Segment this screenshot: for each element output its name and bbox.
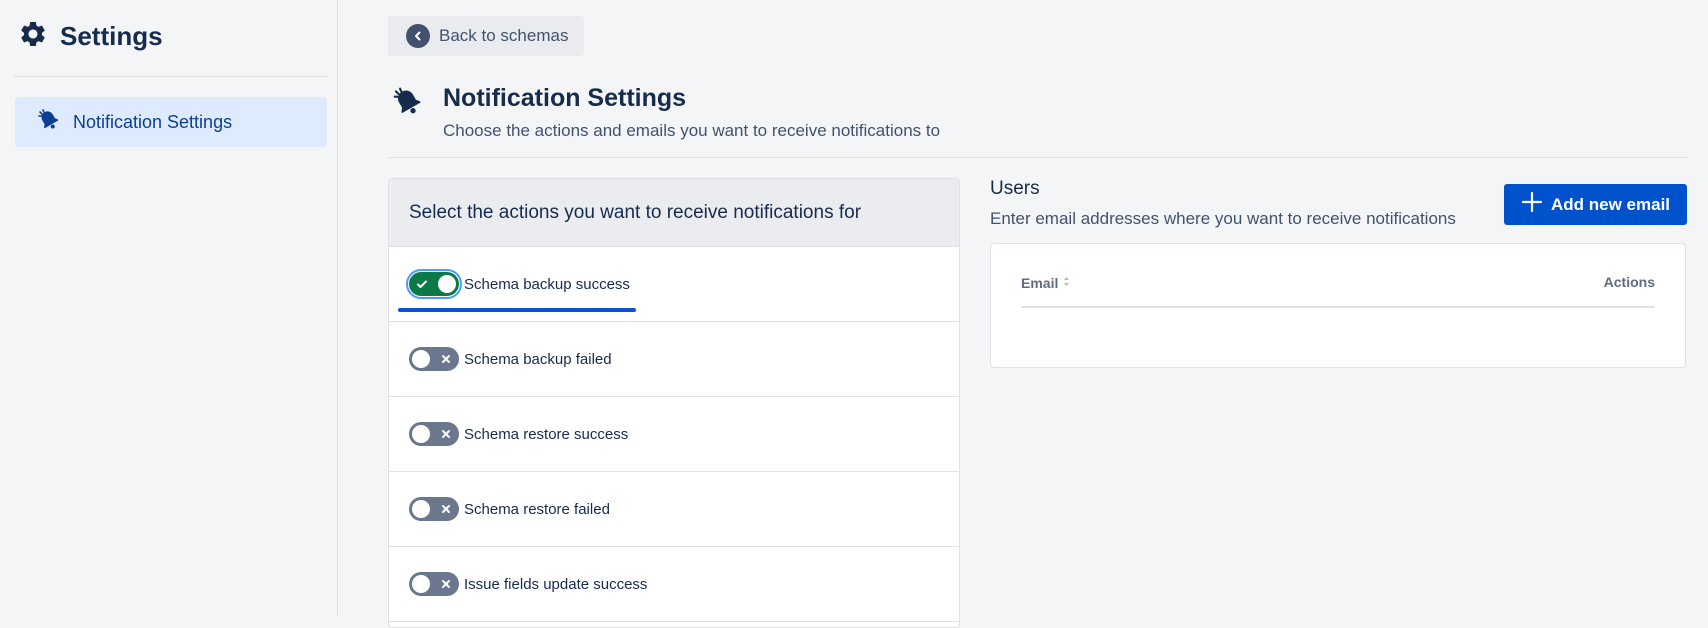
action-row-issue-fields-update-success: Issue fields update success bbox=[389, 547, 959, 622]
action-label: Schema restore success bbox=[464, 425, 629, 443]
action-label: Issue fields update success bbox=[464, 575, 648, 593]
back-to-schemas-button[interactable]: Back to schemas bbox=[388, 16, 584, 56]
page-header-icon bbox=[392, 86, 424, 123]
add-email-label: Add new email bbox=[1551, 194, 1671, 214]
close-icon bbox=[437, 425, 455, 443]
email-column-label: Email bbox=[1021, 275, 1059, 291]
close-icon bbox=[437, 575, 455, 593]
action-label: Schema backup failed bbox=[464, 350, 612, 368]
add-new-email-button[interactable]: Add new email bbox=[1504, 184, 1687, 225]
bell-icon bbox=[392, 87, 424, 122]
action-row-schema-restore-success: Schema restore success bbox=[389, 397, 959, 472]
toggle-schema-restore-success[interactable] bbox=[409, 422, 459, 446]
actions-column-header: Actions bbox=[1603, 274, 1655, 290]
plus-icon bbox=[1521, 191, 1543, 218]
actions-panel-header: Select the actions you want to receive n… bbox=[389, 179, 959, 247]
toggle-knob bbox=[412, 350, 430, 368]
sidebar-title: Settings bbox=[60, 20, 163, 51]
toggle-knob bbox=[412, 500, 430, 518]
page-subtitle: Choose the actions and emails you want t… bbox=[443, 121, 941, 140]
sidebar-divider bbox=[14, 76, 327, 77]
close-icon bbox=[437, 500, 455, 518]
users-subtitle: Enter email addresses where you want to … bbox=[990, 209, 1456, 228]
toggle-knob bbox=[412, 425, 430, 443]
back-button-label: Back to schemas bbox=[439, 26, 569, 45]
toggle-knob bbox=[438, 275, 456, 293]
toggle-knob bbox=[412, 575, 430, 593]
sidebar-header: Settings bbox=[18, 18, 163, 54]
toggle-issue-fields-update-success[interactable] bbox=[409, 572, 459, 596]
action-label: Schema restore failed bbox=[464, 500, 610, 518]
close-icon bbox=[437, 350, 455, 368]
users-table: Email Actions bbox=[990, 243, 1686, 368]
gear-icon bbox=[18, 19, 48, 54]
table-header: Email Actions bbox=[1021, 274, 1655, 308]
chevron-left-icon bbox=[406, 24, 430, 48]
toggle-schema-backup-failed[interactable] bbox=[409, 347, 459, 371]
actions-panel-title: Select the actions you want to receive n… bbox=[409, 201, 862, 223]
action-row-schema-backup-failed: Schema backup failed bbox=[389, 322, 959, 397]
sort-icon bbox=[1063, 274, 1070, 292]
action-row-schema-backup-success: Schema backup success bbox=[389, 247, 959, 322]
header-divider bbox=[388, 157, 1687, 158]
users-title: Users bbox=[990, 178, 1040, 199]
check-icon bbox=[413, 275, 431, 293]
action-row-schema-restore-failed: Schema restore failed bbox=[389, 472, 959, 547]
sidebar-item-label: Notification Settings bbox=[73, 111, 233, 132]
sidebar: Settings Notification Settings bbox=[0, 0, 338, 616]
toggle-schema-restore-failed[interactable] bbox=[409, 497, 459, 521]
toggle-schema-backup-success[interactable] bbox=[406, 269, 462, 299]
email-column-header[interactable]: Email bbox=[1021, 274, 1070, 292]
actions-panel: Select the actions you want to receive n… bbox=[388, 178, 960, 628]
action-label: Schema backup success bbox=[464, 275, 630, 293]
sidebar-item-notification-settings[interactable]: Notification Settings bbox=[15, 97, 327, 147]
bell-icon bbox=[37, 108, 61, 137]
page-title: Notification Settings bbox=[443, 84, 687, 112]
focus-indicator bbox=[398, 308, 636, 312]
